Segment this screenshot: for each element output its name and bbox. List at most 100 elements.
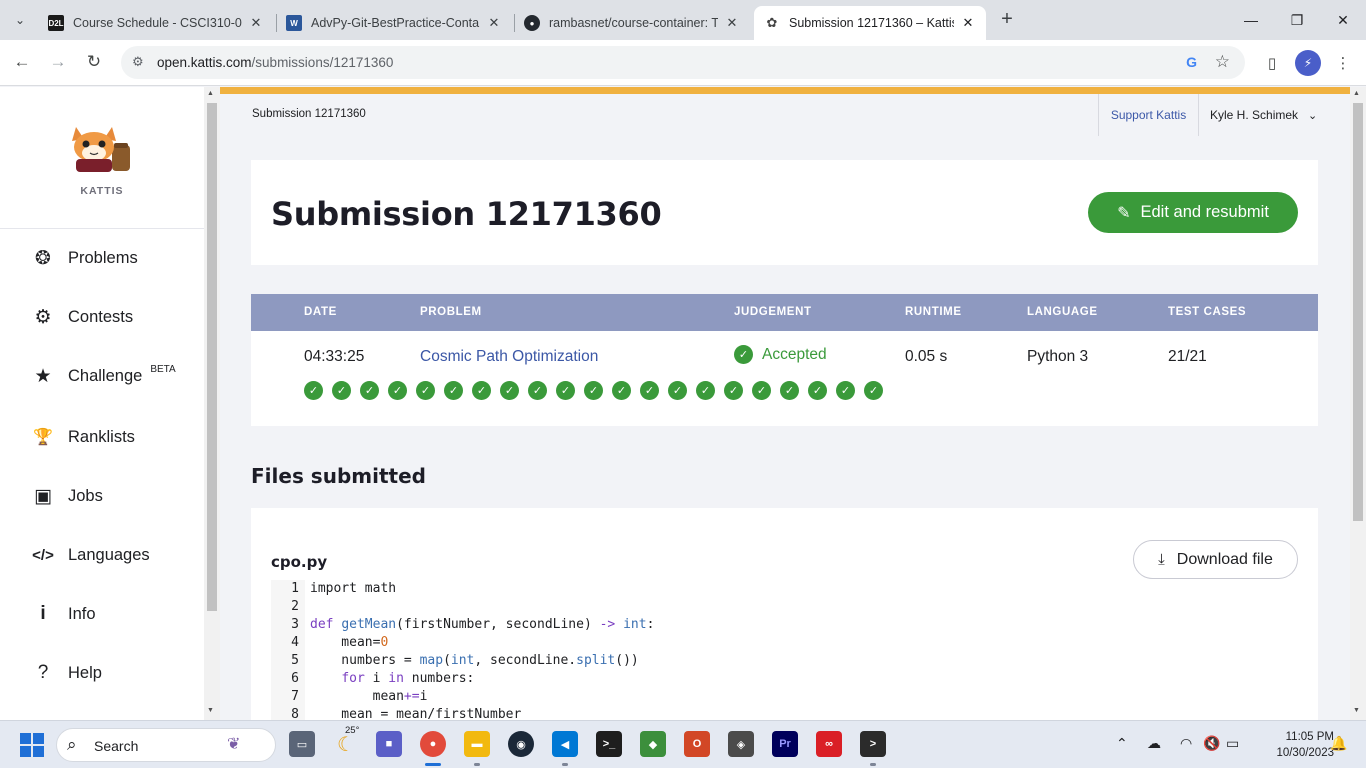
test-case-pass-icon[interactable]: ✓ — [332, 381, 351, 400]
test-case-pass-icon[interactable]: ✓ — [304, 381, 323, 400]
reload-icon[interactable]: ↻ — [80, 48, 108, 76]
code-line: 1 import math — [271, 580, 396, 598]
taskbar-search[interactable]: ⌕ Search ❦ — [56, 728, 276, 762]
test-case-pass-icon[interactable]: ✓ — [640, 381, 659, 400]
help-icon: ? — [37, 662, 49, 683]
volume-muted-icon[interactable]: 🔇 — [1203, 735, 1220, 752]
task-view-icon[interactable]: ▭ — [289, 731, 315, 757]
sidebar-item-info[interactable]: i Info — [32, 601, 95, 627]
window-close-icon[interactable]: ✕ — [1320, 0, 1366, 40]
back-icon[interactable]: ← — [8, 48, 36, 76]
tab-advpy-doc[interactable]: W AdvPy-Git-BestPractice-Conta ✕ — [276, 6, 512, 40]
test-case-pass-icon[interactable]: ✓ — [864, 381, 883, 400]
line-number: 1 — [291, 581, 299, 596]
minimize-icon[interactable]: — — [1228, 0, 1274, 40]
close-icon[interactable]: ✕ — [486, 15, 502, 31]
test-case-pass-icon[interactable]: ✓ — [500, 381, 519, 400]
sidebar-item-ranklists[interactable]: 🏆 Ranklists — [32, 424, 135, 450]
sidebar-item-label: Challenge — [68, 366, 143, 385]
office-app-icon[interactable]: O — [684, 731, 710, 757]
support-kattis-link[interactable]: Support Kattis — [1098, 94, 1199, 136]
creative-cloud-icon[interactable]: ∞ — [816, 731, 842, 757]
breadcrumb[interactable]: Submission 12171360 — [252, 108, 366, 120]
battery-icon[interactable]: ▭ — [1226, 735, 1239, 752]
test-case-pass-icon[interactable]: ✓ — [416, 381, 435, 400]
google-lens-icon[interactable]: G — [1186, 54, 1197, 70]
tab-kattis-submission[interactable]: ✿ Submission 12171360 – Kattis, I ✕ — [754, 6, 986, 40]
test-case-pass-icon[interactable]: ✓ — [388, 381, 407, 400]
steam-icon[interactable]: ◉ — [508, 731, 534, 757]
close-icon[interactable]: ✕ — [248, 15, 264, 31]
code-viewer[interactable]: 1 import math 2 3 def getMean(firstNumber,… — [271, 580, 1298, 720]
side-panel-icon[interactable]: ▯ — [1259, 50, 1285, 76]
test-case-pass-icon[interactable]: ✓ — [668, 381, 687, 400]
page-scrollbar[interactable]: ▲ ▼ — [1350, 87, 1366, 720]
file-explorer-icon[interactable]: ▬ — [464, 731, 490, 757]
test-case-pass-icon[interactable]: ✓ — [836, 381, 855, 400]
forward-icon[interactable]: → — [44, 48, 72, 76]
windows-start-icon[interactable] — [20, 733, 44, 757]
test-case-pass-icon[interactable]: ✓ — [528, 381, 547, 400]
new-tab-button[interactable]: + — [995, 8, 1019, 32]
tab-course-schedule[interactable]: D2L Course Schedule - CSCI310-00 ✕ — [38, 6, 274, 40]
command-prompt-icon[interactable]: > — [860, 731, 886, 757]
download-file-button[interactable]: ⤓ Download file — [1133, 540, 1298, 579]
teams-icon[interactable]: ■ — [376, 731, 402, 757]
scrollbar-thumb[interactable] — [1353, 103, 1363, 521]
vscode-icon[interactable]: ◀ — [552, 731, 578, 757]
system-clock[interactable]: 11:05 PM 10/30/2023 — [1258, 729, 1334, 761]
test-case-pass-icon[interactable]: ✓ — [752, 381, 771, 400]
tab-search-icon[interactable]: ⌄ — [8, 8, 32, 32]
brain-icon: ❂ — [35, 247, 51, 269]
scroll-down-icon[interactable]: ▼ — [1353, 707, 1360, 714]
scroll-down-icon[interactable]: ▼ — [207, 707, 214, 714]
premiere-pro-icon[interactable]: Pr — [772, 731, 798, 757]
edit-resubmit-button[interactable]: ✎ Edit and resubmit — [1088, 192, 1298, 233]
close-icon[interactable]: ✕ — [960, 15, 976, 31]
sidebar-scrollbar[interactable]: ▲ ▼ — [204, 87, 220, 720]
onedrive-cloud-icon[interactable]: ☁ — [1147, 735, 1161, 752]
app-icon[interactable]: ◆ — [640, 731, 666, 757]
scrollbar-thumb[interactable] — [207, 103, 217, 611]
sidebar-item-problems[interactable]: ❂ Problems — [32, 245, 138, 271]
notification-bell-icon[interactable]: 🔔 — [1330, 735, 1347, 752]
test-case-pass-icon[interactable]: ✓ — [444, 381, 463, 400]
profile-avatar-icon[interactable]: ⚡ — [1295, 50, 1321, 76]
sidebar-item-challenge[interactable]: ★ Challenge BETA — [32, 363, 175, 389]
test-case-pass-icon[interactable]: ✓ — [780, 381, 799, 400]
star-icon: ★ — [34, 365, 52, 387]
scroll-up-icon[interactable]: ▲ — [1353, 90, 1360, 97]
bookmark-star-icon[interactable]: ☆ — [1215, 52, 1230, 72]
test-case-pass-icon[interactable]: ✓ — [808, 381, 827, 400]
close-icon[interactable]: ✕ — [724, 15, 740, 31]
chevron-up-icon[interactable]: ⌃ — [1116, 735, 1128, 752]
test-case-pass-icon[interactable]: ✓ — [472, 381, 491, 400]
test-case-pass-icon[interactable]: ✓ — [612, 381, 631, 400]
sidebar-item-languages[interactable]: </> Languages — [32, 542, 150, 568]
chrome-icon[interactable]: ● — [420, 731, 446, 757]
terminal-icon[interactable]: >_ — [596, 731, 622, 757]
test-case-pass-icon[interactable]: ✓ — [556, 381, 575, 400]
running-indicator — [425, 763, 441, 766]
test-case-pass-icon[interactable]: ✓ — [696, 381, 715, 400]
test-case-pass-icon[interactable]: ✓ — [360, 381, 379, 400]
kattis-logo[interactable] — [68, 125, 134, 173]
edit-icon: ✎ — [1117, 204, 1131, 222]
address-bar[interactable]: ⚙ open.kattis.com/submissions/12171360 G… — [121, 46, 1245, 79]
menu-kebab-icon[interactable]: ⋮ — [1330, 50, 1356, 76]
problem-link[interactable]: Cosmic Path Optimization — [420, 348, 598, 366]
sidebar-item-jobs[interactable]: ▣ Jobs — [32, 483, 103, 509]
user-menu[interactable]: Kyle H. Schimek ⌄ — [1210, 108, 1317, 122]
test-case-pass-icon[interactable]: ✓ — [724, 381, 743, 400]
site-info-icon[interactable]: ⚙ — [132, 54, 144, 70]
restore-icon[interactable]: ❐ — [1274, 0, 1320, 40]
sidebar-item-contests[interactable]: ⚙ Contests — [32, 304, 133, 330]
scroll-up-icon[interactable]: ▲ — [207, 90, 214, 97]
tab-github[interactable]: ● rambasnet/course-container: T ✕ — [514, 6, 750, 40]
url-text[interactable]: open.kattis.com/submissions/12171360 — [157, 55, 393, 70]
sidebar-item-help[interactable]: ? Help — [32, 660, 102, 686]
test-case-pass-icon[interactable]: ✓ — [584, 381, 603, 400]
wifi-icon[interactable]: ◠ — [1180, 735, 1192, 752]
app-icon[interactable]: ◈ — [728, 731, 754, 757]
logo-text: KATTIS — [80, 185, 124, 197]
